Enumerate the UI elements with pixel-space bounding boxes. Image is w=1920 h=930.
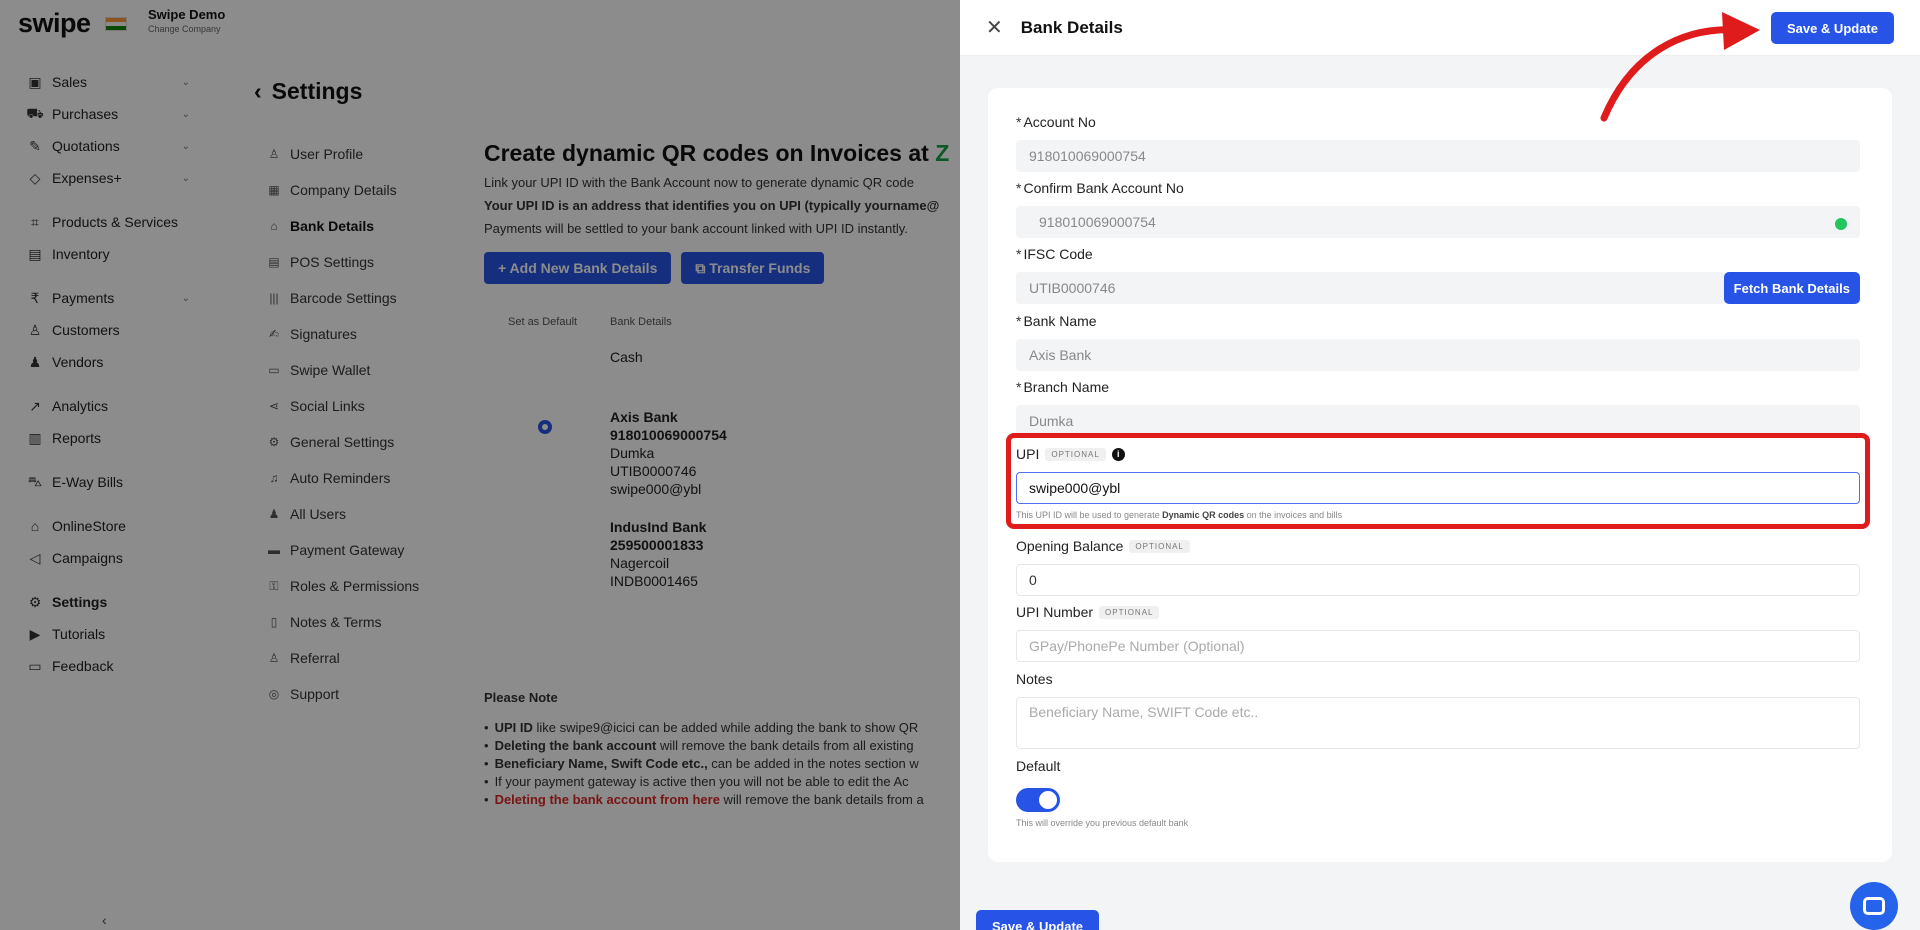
default-helper-text: This will override you previous default … [1016, 818, 1189, 828]
ifsc-field: * IFSC Code UTIB0000746 Fetch Bank Detail… [1016, 244, 1860, 304]
opening-balance-field: Opening Balance OPTIONAL 0 [1016, 536, 1860, 596]
ifsc-input[interactable]: UTIB0000746 [1016, 272, 1726, 304]
optional-badge: OPTIONAL [1129, 539, 1190, 553]
upi-highlight-box [1006, 433, 1870, 529]
toggle-knob [1039, 791, 1057, 809]
annotation-arrow-icon [1600, 12, 1760, 122]
close-icon[interactable]: ✕ [986, 15, 1003, 40]
fetch-bank-details-button[interactable]: Fetch Bank Details [1723, 272, 1860, 304]
drawer-header: ✕ Bank Details Save & Update [960, 0, 1920, 56]
save-update-button-top[interactable]: Save & Update [1770, 12, 1894, 44]
notes-field: Notes Beneficiary Name, SWIFT Code etc.. [1016, 669, 1860, 749]
upi-number-field: UPI Number OPTIONAL GPay/PhonePe Number (… [1016, 602, 1860, 662]
confirm-account-field: * Confirm Bank Account No 918010069000754 [1016, 178, 1860, 238]
upi-number-input[interactable]: GPay/PhonePe Number (Optional) [1016, 630, 1860, 662]
account-no-input[interactable]: 918010069000754 [1016, 140, 1860, 172]
chat-support-icon[interactable] [1850, 882, 1898, 930]
default-field: Default This will override you previous … [1016, 756, 1860, 828]
save-update-button-bottom[interactable]: Save & Update [976, 910, 1100, 930]
optional-badge: OPTIONAL [1099, 605, 1160, 619]
confirm-account-input[interactable]: 918010069000754 [1016, 206, 1860, 238]
drawer-title: Bank Details [1020, 17, 1123, 37]
bank-name-input[interactable]: Axis Bank [1016, 339, 1860, 371]
branch-name-field: * Branch Name Dumka [1016, 377, 1860, 437]
notes-textarea[interactable]: Beneficiary Name, SWIFT Code etc.. [1016, 697, 1860, 749]
valid-check-icon [1835, 218, 1847, 230]
default-toggle[interactable] [1016, 788, 1060, 812]
bank-name-field: * Bank Name Axis Bank [1016, 311, 1860, 371]
opening-balance-input[interactable]: 0 [1016, 564, 1860, 596]
